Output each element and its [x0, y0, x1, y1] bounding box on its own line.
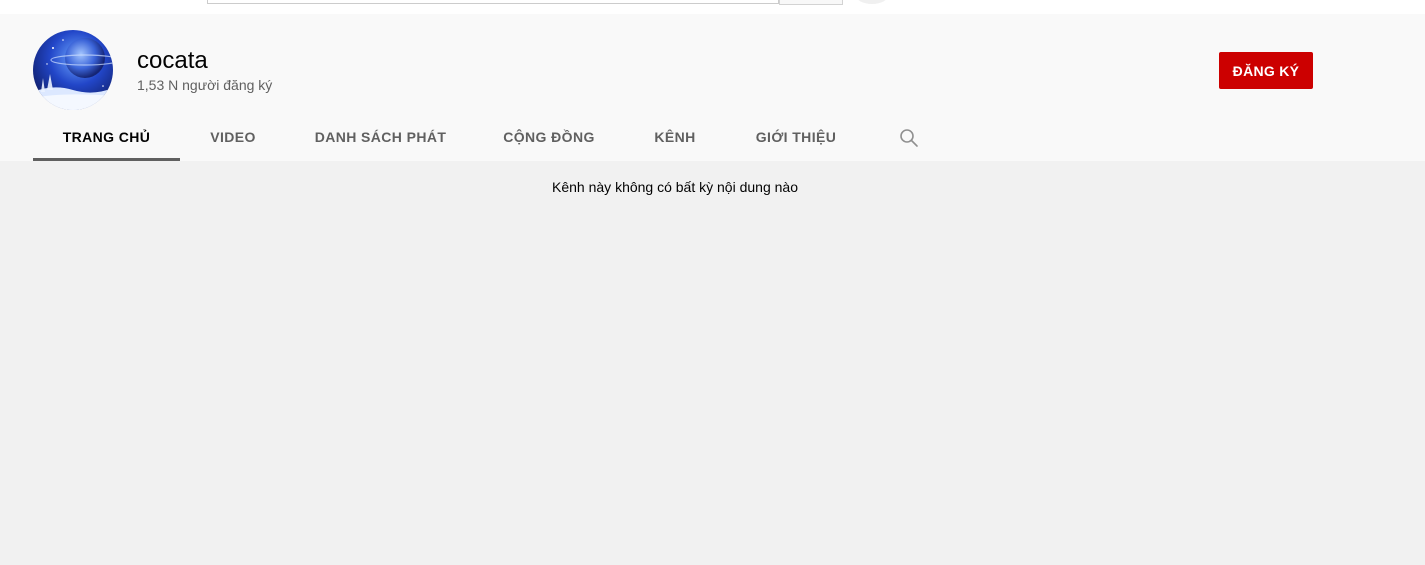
search-input[interactable]: [207, 0, 779, 4]
empty-content-message: Kênh này không có bất kỳ nội dung nào: [552, 179, 798, 195]
channel-search-icon[interactable]: [899, 128, 919, 148]
subscribe-button[interactable]: ĐĂNG KÝ: [1219, 52, 1313, 89]
tab-videos[interactable]: VIDEO: [180, 114, 286, 161]
channel-header: cocata 1,53 N người đăng ký ĐĂNG KÝ TRAN…: [0, 14, 1425, 161]
tab-channels[interactable]: KÊNH: [623, 114, 727, 161]
masthead: [0, 0, 1425, 14]
planet-night-sky-avatar-icon: [33, 30, 113, 110]
avatar[interactable]: [33, 30, 113, 110]
channel-name: cocata: [137, 47, 208, 74]
voice-search-button[interactable]: [855, 0, 889, 4]
tab-about[interactable]: GIỚI THIỆU: [727, 114, 865, 161]
tab-community[interactable]: CỘNG ĐỒNG: [475, 114, 623, 161]
tab-home[interactable]: TRANG CHỦ: [33, 114, 180, 161]
tab-playlists[interactable]: DANH SÁCH PHÁT: [286, 114, 475, 161]
subscriber-count: 1,53 N người đăng ký: [137, 77, 273, 93]
search-button[interactable]: [779, 0, 843, 5]
